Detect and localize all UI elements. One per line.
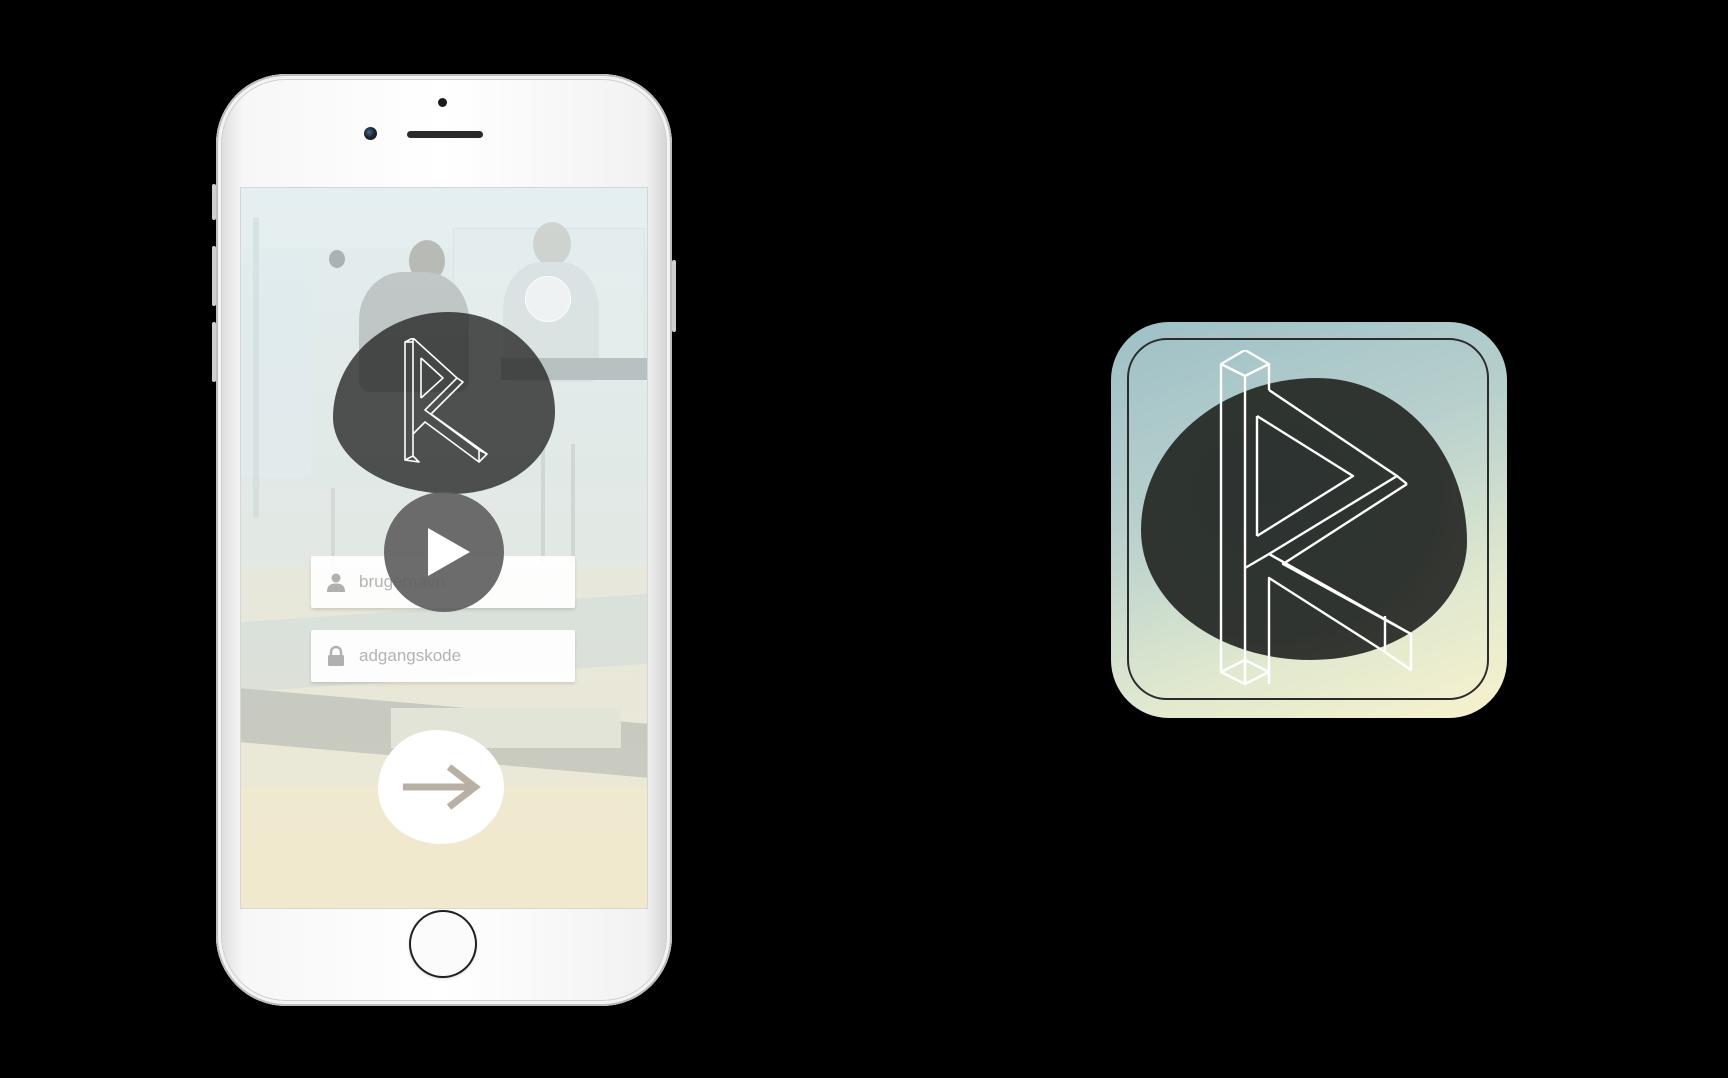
canvas <box>0 0 1728 1078</box>
play-icon <box>428 528 470 576</box>
play-button[interactable] <box>384 492 504 612</box>
login-submit-button[interactable] <box>378 730 504 844</box>
user-icon <box>327 573 345 592</box>
power-button <box>672 260 676 332</box>
volume-down-button <box>212 322 216 382</box>
phone-screen <box>240 187 648 909</box>
lock-icon <box>328 645 344 666</box>
circle-button[interactable] <box>525 276 571 322</box>
mute-switch <box>212 184 216 220</box>
password-field[interactable] <box>311 630 575 682</box>
volume-up-button <box>212 246 216 306</box>
app-icon[interactable] <box>1111 322 1507 718</box>
r-logo-icon <box>1219 350 1413 686</box>
proximity-sensor <box>438 98 447 107</box>
earpiece-speaker <box>407 131 483 138</box>
password-input[interactable] <box>359 646 559 666</box>
home-button[interactable] <box>409 910 477 978</box>
phone-mockup <box>212 74 676 1006</box>
front-camera <box>364 127 377 140</box>
r-logo-icon <box>404 338 488 463</box>
arrow-right-icon <box>403 764 481 810</box>
